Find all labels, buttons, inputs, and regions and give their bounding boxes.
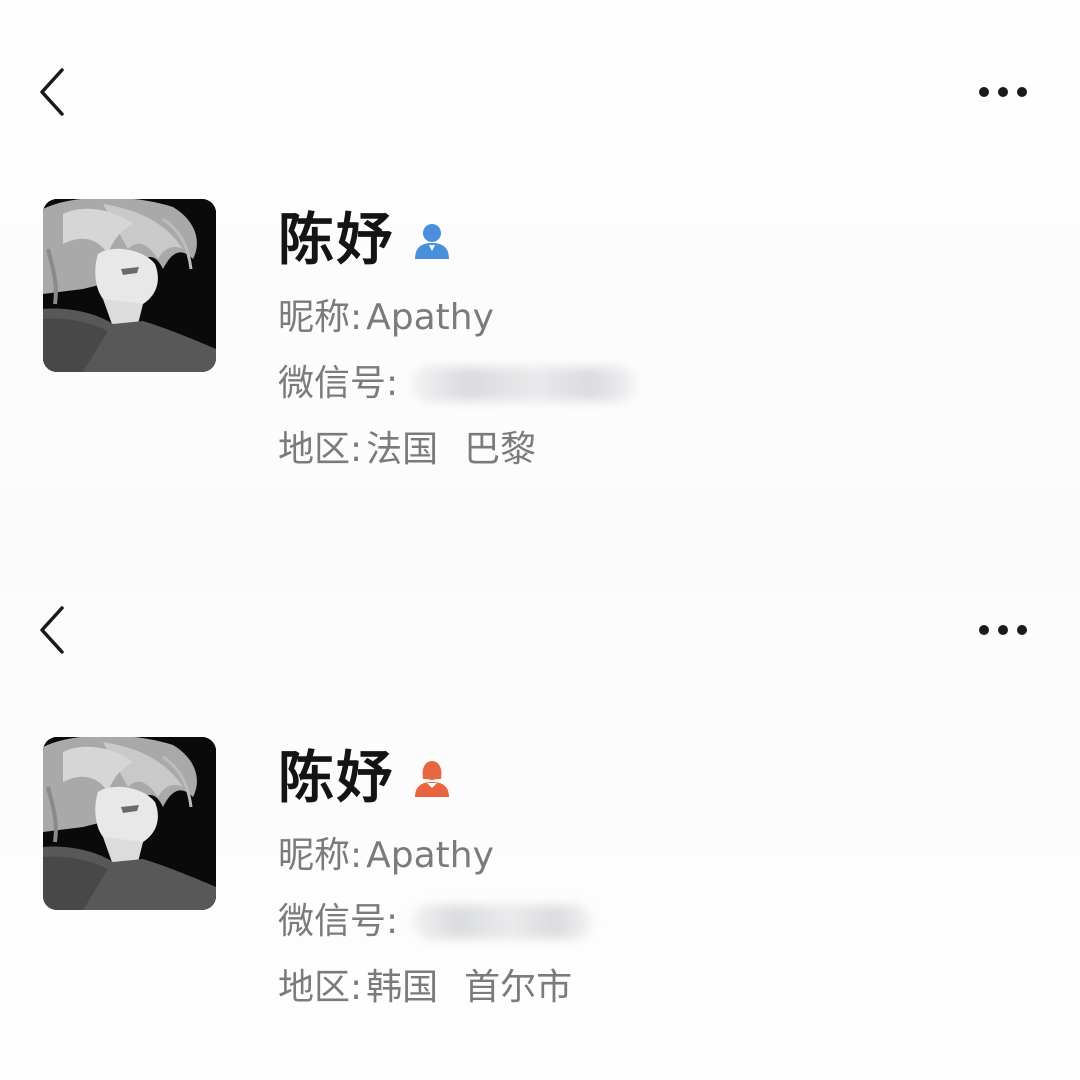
region-label: 地区: <box>278 967 363 1008</box>
wechat-id-blurred <box>412 905 593 939</box>
page: 陈妤 昵称: Apathy 微信号: 地区: 法国 巴黎 陈妤 昵称: Apat… <box>0 0 1080 1080</box>
more-dots-icon <box>979 87 1027 97</box>
nickname-value: Apathy <box>366 835 494 876</box>
anime-boy-avatar-image <box>43 199 216 372</box>
display-name: 陈妤 <box>278 746 394 811</box>
wechat-id-label: 微信号: <box>278 901 399 942</box>
profile-card-2: 陈妤 昵称: Apathy 微信号: 地区: 韩国 首尔市 <box>0 538 1080 1078</box>
region-row: 地区: 韩国 首尔市 <box>278 970 572 1006</box>
wechat-id-row: 微信号: <box>278 901 593 942</box>
chevron-left-icon <box>40 606 64 654</box>
anime-boy-avatar-image <box>43 737 216 910</box>
region-city: 首尔市 <box>464 967 573 1008</box>
display-name: 陈妤 <box>278 208 394 273</box>
more-button[interactable] <box>972 614 1034 646</box>
nickname-row: 昵称: Apathy <box>278 300 494 336</box>
nickname-row: 昵称: Apathy <box>278 838 494 874</box>
region-city: 巴黎 <box>464 429 537 470</box>
wechat-id-label: 微信号: <box>278 363 399 404</box>
male-user-icon <box>412 221 452 261</box>
back-button[interactable] <box>34 62 74 122</box>
avatar[interactable] <box>43 737 216 910</box>
wechat-id-blurred <box>412 367 637 401</box>
region-country: 法国 <box>366 429 439 470</box>
profile-card-1: 陈妤 昵称: Apathy 微信号: 地区: 法国 巴黎 <box>0 0 1080 540</box>
region-row: 地区: 法国 巴黎 <box>278 432 536 468</box>
name-row: 陈妤 <box>278 742 452 816</box>
nickname-value: Apathy <box>366 297 494 338</box>
more-dots-icon <box>979 625 1027 635</box>
female-user-icon <box>412 759 452 799</box>
back-button[interactable] <box>34 600 74 660</box>
chevron-left-icon <box>40 68 64 116</box>
avatar[interactable] <box>43 199 216 372</box>
nickname-label: 昵称: <box>278 835 363 876</box>
nickname-label: 昵称: <box>278 297 363 338</box>
region-country: 韩国 <box>366 967 439 1008</box>
more-button[interactable] <box>972 76 1034 108</box>
name-row: 陈妤 <box>278 204 452 278</box>
region-label: 地区: <box>278 429 363 470</box>
wechat-id-row: 微信号: <box>278 363 637 404</box>
